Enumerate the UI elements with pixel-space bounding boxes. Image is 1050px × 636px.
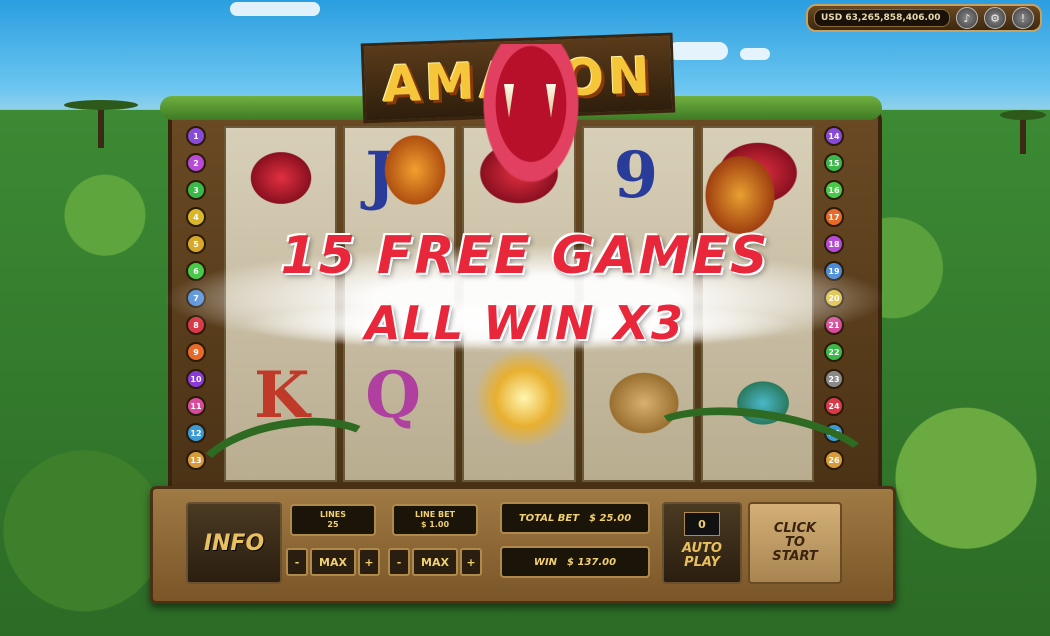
lines-minus-button[interactable]: -	[286, 548, 308, 576]
tree	[1000, 110, 1046, 120]
auto-play-label-1: AUTO	[682, 541, 722, 556]
payline-gem[interactable]: 14	[824, 126, 844, 146]
payline-gem[interactable]: 2	[186, 153, 206, 173]
win-display: WIN $ 137.00	[500, 546, 650, 578]
payline-gem[interactable]: 10	[186, 369, 206, 389]
win-value: $ 137.00	[567, 556, 617, 568]
cloud	[740, 48, 770, 60]
line-bet-max-button[interactable]: MAX	[412, 548, 458, 576]
win-label: WIN	[533, 556, 558, 568]
total-bet-label: TOTAL BET	[518, 512, 580, 524]
symbol-flower-icon	[246, 148, 316, 208]
symbol-q: Q	[365, 358, 421, 433]
symbol-9: 9	[613, 138, 659, 213]
lines-max-button[interactable]: MAX	[310, 548, 356, 576]
payline-gem[interactable]: 16	[824, 180, 844, 200]
payline-gem[interactable]: 23	[824, 369, 844, 389]
start-label-2: TO	[785, 535, 805, 550]
fang	[546, 84, 556, 118]
tree	[1020, 114, 1026, 154]
line-bet-label: LINE BET	[414, 510, 456, 519]
line-bet-minus-button[interactable]: -	[388, 548, 410, 576]
payline-gem[interactable]: 12	[186, 423, 206, 443]
info-icon[interactable]: !	[1012, 7, 1034, 29]
settings-icon[interactable]: ⚙	[984, 7, 1006, 29]
lines-display: LINES 25	[290, 504, 376, 536]
free-games-multiplier: ALL WIN X3	[364, 296, 686, 350]
burst-effect	[474, 348, 574, 448]
speaker-icon[interactable]: ♪	[956, 7, 978, 29]
payline-gem[interactable]: 11	[186, 396, 206, 416]
free-games-title: 15 FREE GAMES	[280, 226, 770, 286]
payline-gem[interactable]: 4	[186, 207, 206, 227]
auto-play-button[interactable]: 0 AUTO PLAY	[662, 502, 742, 584]
line-bet-plus-button[interactable]: +	[460, 548, 482, 576]
tree	[98, 108, 104, 148]
cloud	[230, 2, 320, 16]
lines-plus-button[interactable]: +	[358, 548, 380, 576]
payline-gem[interactable]: 1	[186, 126, 206, 146]
payline-gem[interactable]: 17	[824, 207, 844, 227]
tree	[64, 100, 138, 110]
fang	[504, 84, 514, 118]
cloud	[668, 42, 728, 60]
balance-display: USD 63,265,858,406.00	[814, 9, 950, 27]
auto-play-count: 0	[684, 512, 720, 536]
line-bet-display: LINE BET $ 1.00	[392, 504, 478, 536]
plant-monster-icon	[476, 44, 586, 194]
wallet-bar: USD 63,265,858,406.00 ♪ ⚙ !	[806, 4, 1042, 32]
line-bet-value: $ 1.00	[420, 520, 450, 529]
auto-play-label-2: PLAY	[684, 555, 720, 570]
payline-gem[interactable]: 24	[824, 396, 844, 416]
total-bet-value: $ 25.00	[589, 512, 632, 524]
start-label-1: CLICK	[773, 521, 817, 536]
info-button[interactable]: INFO	[186, 502, 282, 584]
lines-label: LINES	[320, 510, 346, 519]
payline-gem[interactable]: 3	[186, 180, 206, 200]
start-label: CLICK TO START	[772, 522, 818, 564]
start-label-3: START	[772, 549, 818, 564]
click-to-start-button[interactable]: CLICK TO START	[748, 502, 842, 584]
auto-play-label: AUTO PLAY	[664, 542, 740, 570]
payline-gem[interactable]: 15	[824, 153, 844, 173]
lines-value: 25	[327, 520, 339, 529]
claw-left-icon	[380, 130, 450, 210]
total-bet-display: TOTAL BET $ 25.00	[500, 502, 650, 534]
